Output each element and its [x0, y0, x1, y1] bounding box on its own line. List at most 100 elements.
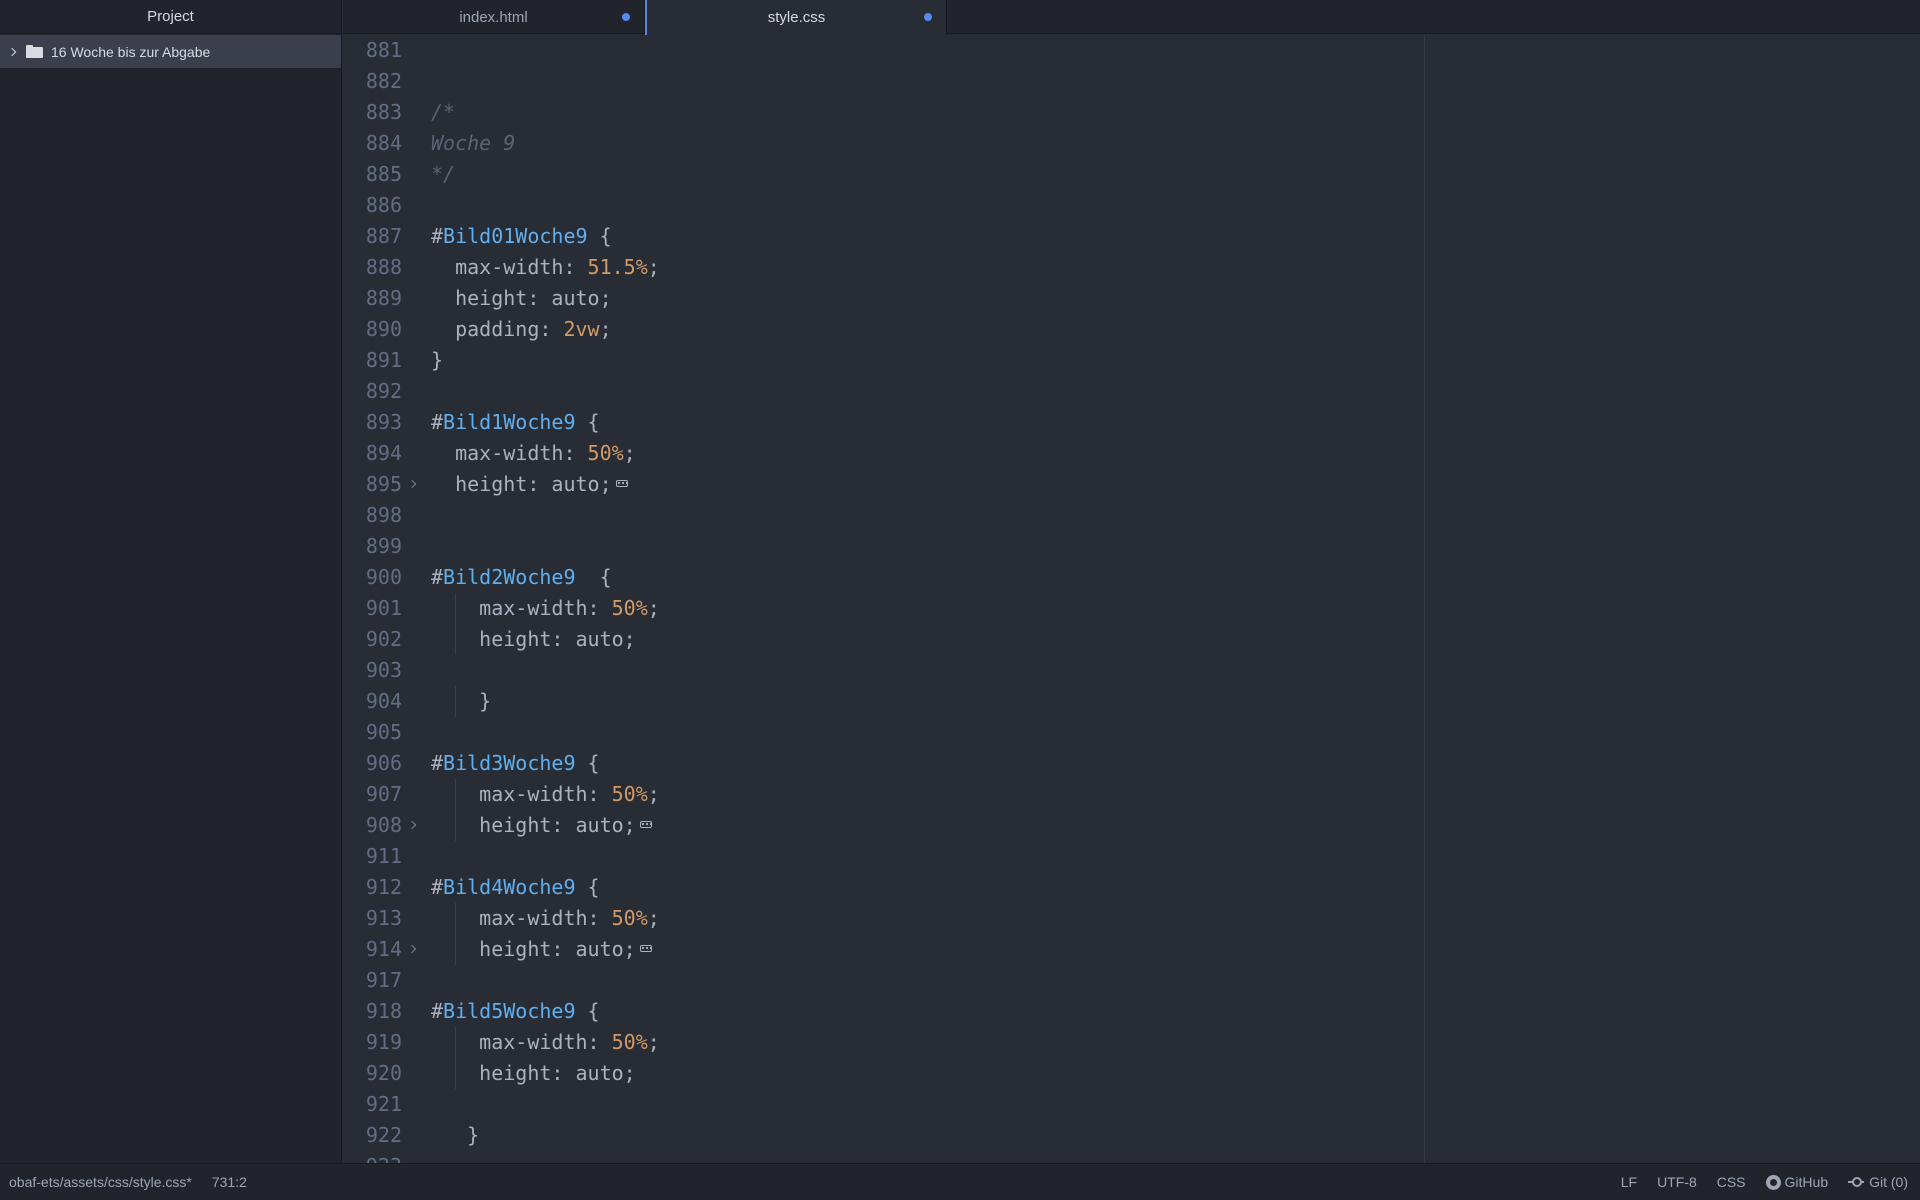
code-line[interactable]: 911	[343, 841, 1920, 872]
line-number[interactable]: 914	[343, 934, 402, 965]
code-line[interactable]: 907 max-width: 50%;	[343, 779, 1920, 810]
line-number[interactable]: 899	[343, 531, 402, 562]
git-button[interactable]: Git (0)	[1848, 1174, 1908, 1190]
code-line[interactable]: 892	[343, 376, 1920, 407]
code-line[interactable]: 889 height: auto;	[343, 283, 1920, 314]
code-line[interactable]: 914 height: auto;	[343, 934, 1920, 965]
code-line[interactable]: 881	[343, 35, 1920, 66]
line-number[interactable]: 904	[343, 686, 402, 717]
line-number[interactable]: 882	[343, 66, 402, 97]
line-ending-selector[interactable]: LF	[1621, 1174, 1637, 1190]
cursor-position[interactable]: 731:2	[212, 1174, 247, 1190]
syntax-token: ;	[647, 906, 660, 930]
line-number[interactable]: 883	[343, 97, 402, 128]
line-number[interactable]: 906	[343, 748, 402, 779]
fold-chevron-icon[interactable]	[408, 934, 418, 965]
code-line[interactable]: 890 padding: 2vw;	[343, 314, 1920, 345]
line-number[interactable]: 889	[343, 283, 402, 314]
line-number[interactable]: 893	[343, 407, 402, 438]
tab-index-html[interactable]: index.html	[343, 0, 645, 34]
project-panel-header[interactable]: Project	[0, 0, 341, 34]
code-line[interactable]: 900 #Bild2Woche9 {	[343, 562, 1920, 593]
folded-ellipsis-icon[interactable]	[639, 945, 652, 952]
code-line[interactable]: 913 max-width: 50%;	[343, 903, 1920, 934]
code-line[interactable]: 922 }	[343, 1120, 1920, 1151]
line-number[interactable]: 913	[343, 903, 402, 934]
code-line[interactable]: 918 #Bild5Woche9 {	[343, 996, 1920, 1027]
line-number[interactable]: 901	[343, 593, 402, 624]
line-number[interactable]: 890	[343, 314, 402, 345]
code-line[interactable]: 886	[343, 190, 1920, 221]
line-number[interactable]: 885	[343, 159, 402, 190]
code-line[interactable]: 891}	[343, 345, 1920, 376]
line-number[interactable]: 894	[343, 438, 402, 469]
code-line[interactable]: 887 #Bild01Woche9 {	[343, 221, 1920, 252]
folded-ellipsis-icon[interactable]	[639, 821, 652, 828]
code-line[interactable]: 917	[343, 965, 1920, 996]
code-line[interactable]: 919 max-width: 50%;	[343, 1027, 1920, 1058]
line-number[interactable]: 892	[343, 376, 402, 407]
line-number[interactable]: 920	[343, 1058, 402, 1089]
code-line[interactable]: 899	[343, 531, 1920, 562]
line-number[interactable]: 921	[343, 1089, 402, 1120]
line-number[interactable]: 905	[343, 717, 402, 748]
code-line[interactable]: 920 height: auto;	[343, 1058, 1920, 1089]
code-line[interactable]: 901 max-width: 50%;	[343, 593, 1920, 624]
file-path[interactable]: obaf-ets/assets/css/style.css*	[9, 1174, 192, 1190]
code-text: height: auto;	[431, 1058, 636, 1089]
line-number[interactable]: 907	[343, 779, 402, 810]
line-number[interactable]: 903	[343, 655, 402, 686]
line-number[interactable]: 908	[343, 810, 402, 841]
code-editor[interactable]: 881 882 883/* 884 Woche 9 885 */886 887 #Bild01W…	[343, 35, 1920, 1163]
tab-style-css[interactable]: style.css	[645, 0, 947, 35]
line-number[interactable]: 918	[343, 996, 402, 1027]
code-line[interactable]: 923	[343, 1151, 1920, 1163]
chevron-right-icon[interactable]	[8, 47, 18, 57]
line-number[interactable]: 911	[343, 841, 402, 872]
code-line[interactable]: 888 max-width: 51.5%;	[343, 252, 1920, 283]
github-button[interactable]: GitHub	[1765, 1174, 1828, 1190]
syntax-token: #	[431, 875, 444, 899]
line-number[interactable]: 917	[343, 965, 402, 996]
line-number[interactable]: 912	[343, 872, 402, 903]
code-line[interactable]: 894 max-width: 50%;	[343, 438, 1920, 469]
code-line[interactable]: 898	[343, 500, 1920, 531]
code-line[interactable]: 912 #Bild4Woche9 {	[343, 872, 1920, 903]
code-line[interactable]: 902 height: auto;	[343, 624, 1920, 655]
line-number[interactable]: 895	[343, 469, 402, 500]
code-line[interactable]: 895 height: auto;	[343, 469, 1920, 500]
status-bar: obaf-ets/assets/css/style.css* 731:2 LF …	[0, 1163, 1920, 1200]
code-line[interactable]: 882	[343, 66, 1920, 97]
tree-root-folder[interactable]: 16 Woche bis zur Abgabe	[0, 35, 341, 68]
line-number[interactable]: 922	[343, 1120, 402, 1151]
line-number[interactable]: 923	[343, 1151, 402, 1163]
line-number[interactable]: 891	[343, 345, 402, 376]
code-line[interactable]: 905	[343, 717, 1920, 748]
line-number[interactable]: 900	[343, 562, 402, 593]
line-number[interactable]: 884	[343, 128, 402, 159]
code-line[interactable]: 904 }	[343, 686, 1920, 717]
code-line[interactable]: 908 height: auto;	[343, 810, 1920, 841]
code-line[interactable]: 884 Woche 9	[343, 128, 1920, 159]
syntax-token: #	[431, 410, 444, 434]
code-line[interactable]: 906 #Bild3Woche9 {	[343, 748, 1920, 779]
line-number[interactable]: 919	[343, 1027, 402, 1058]
line-number[interactable]: 902	[343, 624, 402, 655]
syntax-token: height: auto;	[431, 627, 636, 651]
code-line[interactable]: 885 */	[343, 159, 1920, 190]
folded-ellipsis-icon[interactable]	[615, 480, 628, 487]
code-line[interactable]: 903	[343, 655, 1920, 686]
encoding-selector[interactable]: UTF-8	[1657, 1174, 1697, 1190]
code-line[interactable]: 921	[343, 1089, 1920, 1120]
fold-chevron-icon[interactable]	[408, 469, 418, 500]
code-line[interactable]: 883 /*	[343, 97, 1920, 128]
line-number[interactable]: 888	[343, 252, 402, 283]
line-number[interactable]: 881	[343, 35, 402, 66]
fold-chevron-icon[interactable]	[408, 810, 418, 841]
line-number[interactable]: 898	[343, 500, 402, 531]
line-number[interactable]: 886	[343, 190, 402, 221]
syntax-token: max-width:	[431, 255, 588, 279]
grammar-selector[interactable]: CSS	[1717, 1174, 1746, 1190]
line-number[interactable]: 887	[343, 221, 402, 252]
code-line[interactable]: 893 #Bild1Woche9 {	[343, 407, 1920, 438]
